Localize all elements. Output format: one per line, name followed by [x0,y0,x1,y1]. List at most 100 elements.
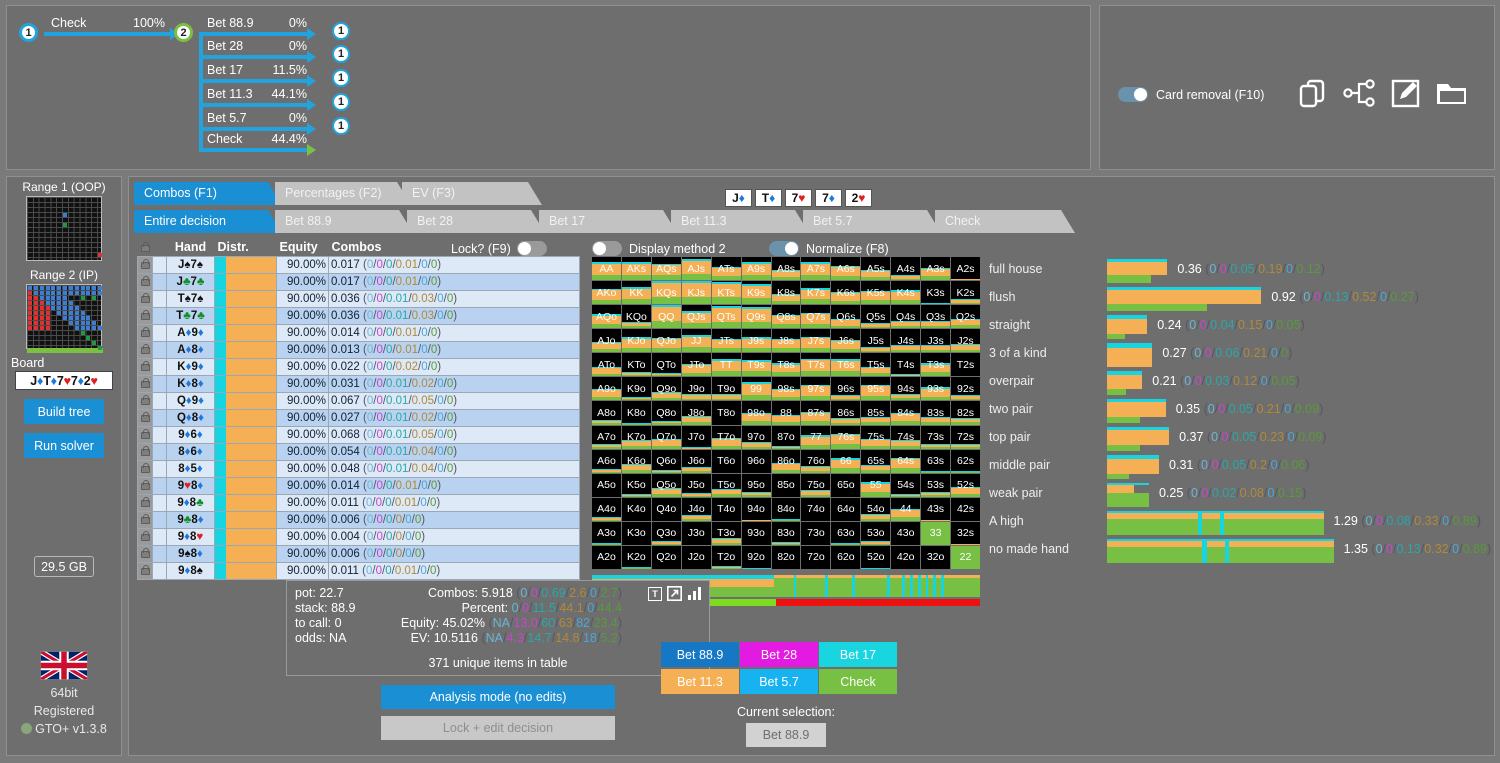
table-row[interactable]: 9♣8♦90.00%0.006 (0/0/0/0/0/0) [138,511,580,528]
matrix-cell-74o[interactable]: 74o [801,498,830,521]
matrix-cell-T8s[interactable]: T8s [772,353,801,376]
table-row[interactable]: 9♦8♣90.00%0.011 (0/0/0/0.01/0/0) [138,494,580,511]
matrix-cell-A2s[interactable]: A2s [951,257,980,280]
matrix-cell-52s[interactable]: 52s [951,474,980,497]
row-lock-icon[interactable] [138,426,153,443]
matrix-cell-98s[interactable]: 98s [772,377,801,400]
matrix-cell-A4o[interactable]: A4o [592,498,621,521]
matrix-cell-Q3s[interactable]: Q3s [921,305,950,328]
matrix-cell-54o[interactable]: 54o [861,498,890,521]
matrix-cell-T3s[interactable]: T3s [921,353,950,376]
table-row[interactable]: T♠7♠90.00%0.036 (0/0/0.01/0.03/0/0) [138,290,580,307]
row-lock-icon[interactable] [138,375,153,392]
matrix-cell-JTo[interactable]: JTo [682,353,711,376]
row-select-cell[interactable] [153,307,167,324]
matrix-cell-K3s[interactable]: K3s [921,281,950,304]
matrix-cell-K2o[interactable]: K2o [622,546,651,569]
matrix-cell-KJo[interactable]: KJo [622,329,651,352]
matrix-cell-QJs[interactable]: QJs [682,305,711,328]
matrix-cell-J5o[interactable]: J5o [682,474,711,497]
matrix-cell-93o[interactable]: 93o [742,522,771,545]
matrix-cell-75s[interactable]: 75s [861,426,890,449]
run-solver-button[interactable]: Run solver [24,433,104,458]
matrix-cell-92o[interactable]: 92o [742,546,771,569]
row-lock-icon[interactable] [138,528,153,545]
matrix-cell-J4s[interactable]: J4s [891,329,920,352]
action-button-bet-11-3[interactable]: Bet 11.3 [661,669,739,694]
matrix-cell-J3o[interactable]: J3o [682,522,711,545]
row-select-cell[interactable] [153,273,167,290]
row-select-cell[interactable] [153,426,167,443]
matrix-cell-T7o[interactable]: T7o [712,426,741,449]
row-select-cell[interactable] [153,256,167,273]
tab-bet-28[interactable]: Bet 28 [407,210,545,233]
table-row[interactable]: Q♦9♦90.00%0.067 (0/0/0.01/0.05/0/0) [138,392,580,409]
row-select-cell[interactable] [153,341,167,358]
matrix-cell-73s[interactable]: 73s [921,426,950,449]
matrix-cell-95o[interactable]: 95o [742,474,771,497]
matrix-cell-J4o[interactable]: J4o [682,498,711,521]
matrix-cell-83o[interactable]: 83o [772,522,801,545]
matrix-cell-82o[interactable]: 82o [772,546,801,569]
matrix-cell-K8s[interactable]: K8s [772,281,801,304]
matrix-cell-Q2o[interactable]: Q2o [652,546,681,569]
matrix-cell-95s[interactable]: 95s [861,377,890,400]
matrix-cell-T8o[interactable]: T8o [712,401,741,424]
matrix-cell-K9o[interactable]: K9o [622,377,651,400]
tab-check[interactable]: Check [935,210,1075,233]
matrix-cell-J3s[interactable]: J3s [921,329,950,352]
tree-node-leaf[interactable]: 1 [332,93,350,111]
matrix-cell-A3o[interactable]: A3o [592,522,621,545]
action-button-bet-88-9[interactable]: Bet 88.9 [661,642,739,667]
matrix-cell-T2s[interactable]: T2s [951,353,980,376]
matrix-cell-42o[interactable]: 42o [891,546,920,569]
matrix-cell-55[interactable]: 55 [861,474,890,497]
matrix-cell-T5o[interactable]: T5o [712,474,741,497]
matrix-cell-54s[interactable]: 54s [891,474,920,497]
current-selection-button[interactable]: Bet 88.9 [746,723,826,747]
matrix-cell-QTs[interactable]: QTs [712,305,741,328]
row-lock-icon[interactable] [138,358,153,375]
matrix-cell-85s[interactable]: 85s [861,401,890,424]
matrix-cell-32s[interactable]: 32s [951,522,980,545]
matrix-cell-72o[interactable]: 72o [801,546,830,569]
table-row[interactable]: 8♦5♦90.00%0.048 (0/0/0.01/0.04/0/0) [138,460,580,477]
matrix-cell-88[interactable]: 88 [772,401,801,424]
matrix-cell-32o[interactable]: 32o [921,546,950,569]
matrix-cell-62o[interactable]: 62o [831,546,860,569]
matrix-cell-T6s[interactable]: T6s [831,353,860,376]
matrix-cell-J2o[interactable]: J2o [682,546,711,569]
matrix-cell-53o[interactable]: 53o [861,522,890,545]
matrix-cell-22[interactable]: 22 [951,546,980,569]
matrix-cell-87s[interactable]: 87s [801,401,830,424]
matrix-cell-K6s[interactable]: K6s [831,281,860,304]
matrix-cell-K7s[interactable]: K7s [801,281,830,304]
matrix-cell-44[interactable]: 44 [891,498,920,521]
matrix-cell-J8s[interactable]: J8s [772,329,801,352]
matrix-cell-99[interactable]: 99 [742,377,771,400]
matrix-cell-Q6o[interactable]: Q6o [652,450,681,473]
matrix-cell-Q2s[interactable]: Q2s [951,305,980,328]
matrix-cell-J6s[interactable]: J6s [831,329,860,352]
table-row[interactable]: 9♠8♦90.00%0.006 (0/0/0/0/0/0) [138,545,580,562]
matrix-cell-K4o[interactable]: K4o [622,498,651,521]
matrix-cell-92s[interactable]: 92s [951,377,980,400]
matrix-cell-75o[interactable]: 75o [801,474,830,497]
table-row[interactable]: J♠7♠90.00%0.017 (0/0/0/0.01/0/0) [138,256,580,273]
tree-node-leaf[interactable]: 1 [332,117,350,135]
row-select-cell[interactable] [153,545,167,562]
matrix-cell-43o[interactable]: 43o [891,522,920,545]
matrix-cell-Q4s[interactable]: Q4s [891,305,920,328]
range2-grid[interactable] [26,284,102,349]
matrix-cell-86s[interactable]: 86s [831,401,860,424]
bar-chart-icon[interactable] [687,586,702,601]
matrix-cell-Q8s[interactable]: Q8s [772,305,801,328]
tab-bet-5-7[interactable]: Bet 5.7 [803,210,941,233]
tree-node-leaf[interactable]: 1 [332,22,350,40]
row-lock-icon[interactable] [138,511,153,528]
row-select-cell[interactable] [153,392,167,409]
matrix-cell-96s[interactable]: 96s [831,377,860,400]
row-select-cell[interactable] [153,528,167,545]
build-tree-button[interactable]: Build tree [24,399,104,424]
matrix-cell-Q5s[interactable]: Q5s [861,305,890,328]
